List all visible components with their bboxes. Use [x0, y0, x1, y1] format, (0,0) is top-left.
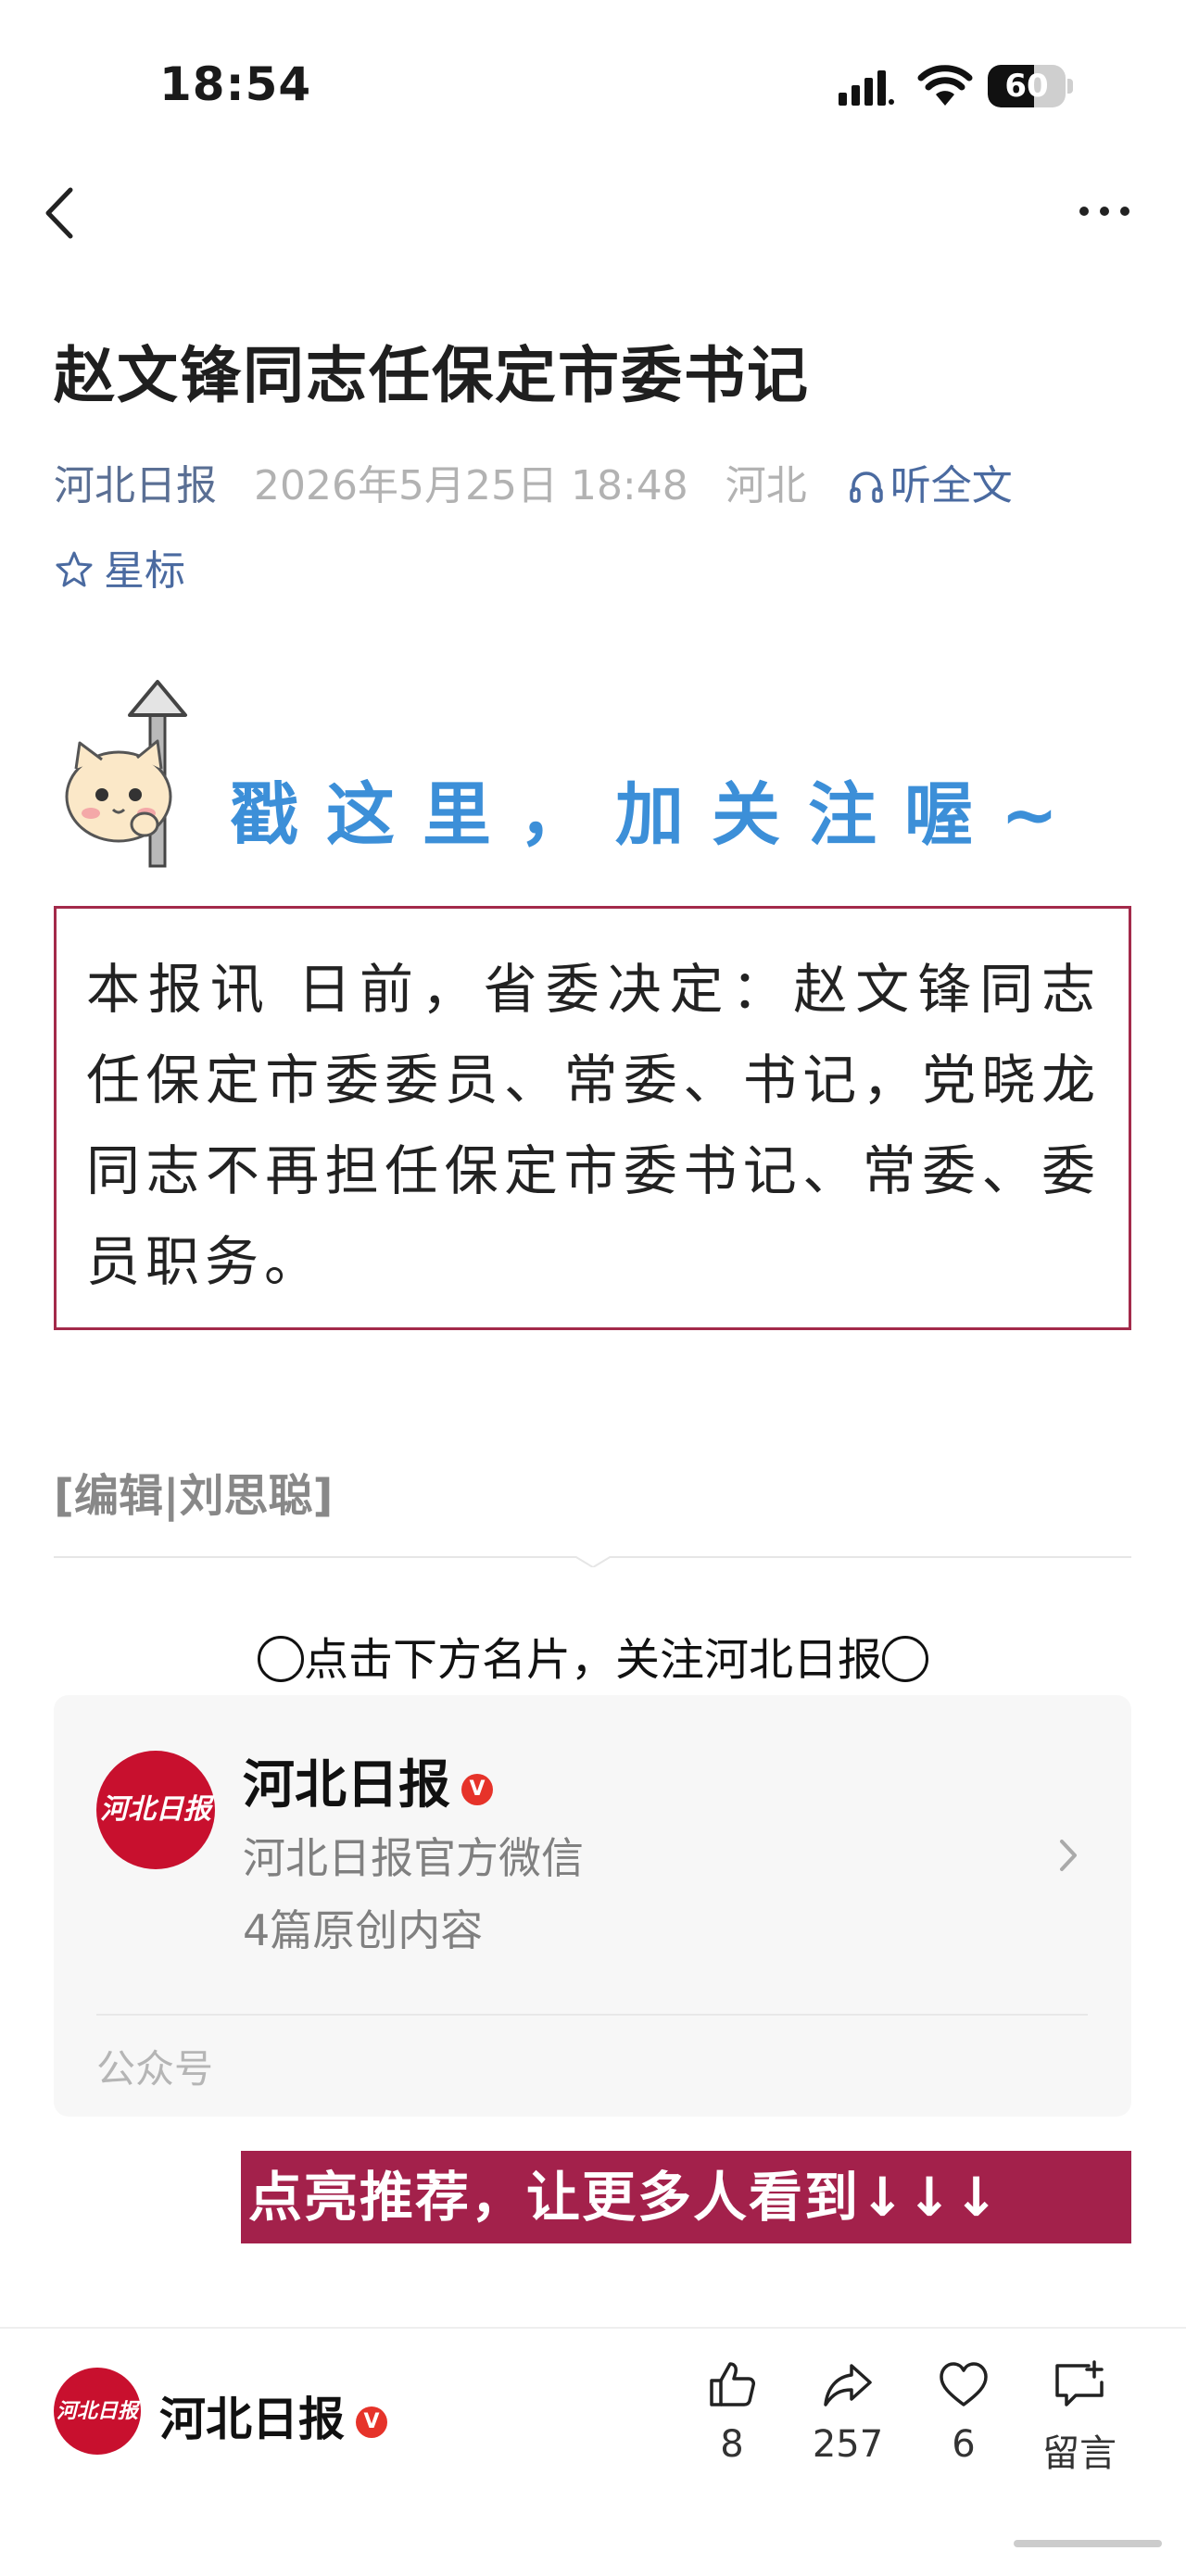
article-title: 赵文锋同志任保定市委书记: [54, 340, 810, 411]
bottom-account-name-text: 河北日报: [159, 2393, 345, 2446]
star-icon: [56, 551, 93, 587]
status-time: 18:54: [159, 57, 312, 111]
more-options-icon[interactable]: [1075, 193, 1134, 230]
account-original-count: 4篇原创内容: [243, 1905, 484, 1955]
article-date: 2026年5月25日 18:48: [254, 462, 688, 509]
follow-banner[interactable]: 戳这里，加关注喔~: [54, 667, 1138, 871]
bottom-logo-text: 河北日报: [56, 2399, 138, 2423]
account-description: 河北日报官方微信: [243, 1833, 584, 1883]
article-source-link[interactable]: 河北日报: [54, 462, 217, 509]
verified-badge-icon: V: [461, 1774, 493, 1805]
listen-label: 听全文: [890, 462, 1013, 509]
heart-icon: [940, 2362, 988, 2406]
share-arrow-icon: [824, 2364, 872, 2406]
comment-label: 留言: [1042, 2432, 1117, 2475]
home-indicator: [1014, 2540, 1162, 2547]
star-button[interactable]: 星标: [54, 537, 185, 597]
account-type: 公众号: [96, 2046, 214, 2092]
like-button[interactable]: 8: [681, 2356, 783, 2466]
follow-banner-text: 戳这里，加关注喔~: [230, 775, 1087, 855]
headphones-icon: [850, 471, 883, 503]
comment-button[interactable]: 留言: [1028, 2356, 1130, 2477]
article-body-box: 本报讯 日前，省委决定：赵文锋同志任保定市委委员、常委、书记，党晓龙同志不再担任…: [54, 906, 1131, 1330]
follow-prompt: 点击下方名片，关注河北日报: [0, 1623, 1186, 1688]
circle-icon: [882, 1636, 928, 1682]
recommend-button[interactable]: 6: [913, 2356, 1015, 2466]
wifi-icon: [917, 65, 973, 106]
editor-credit: [编辑|刘思聪]: [54, 1470, 334, 1522]
follow-prompt-text: 点击下方名片，关注河北日报: [303, 1634, 882, 1686]
verified-badge-icon: V: [356, 2406, 387, 2438]
cat-mascot-icon: [65, 680, 187, 868]
bottom-account-name[interactable]: 河北日报 V: [159, 2382, 387, 2449]
recommend-count: 6: [952, 2423, 976, 2466]
chevron-right-icon: [1060, 1840, 1077, 1871]
like-count: 8: [720, 2423, 744, 2466]
back-arrow-icon[interactable]: [37, 181, 83, 245]
account-name: 河北日报 V: [243, 1743, 493, 1818]
comment-icon: [1055, 2360, 1104, 2406]
cellular-signal-icon: [839, 70, 894, 106]
star-label: 星标: [104, 547, 185, 595]
battery-icon: 60: [988, 65, 1073, 107]
circle-icon: [257, 1636, 304, 1682]
bottom-bar: 河北日报 河北日报 V 8 257 6 留言: [0, 2327, 1186, 2576]
battery-percent: 60: [1004, 68, 1049, 105]
article-region: 河北: [725, 462, 807, 509]
article-body-text: 本报讯 日前，省委决定：赵文锋同志任保定市委委员、常委、书记，党晓龙同志不再担任…: [86, 958, 1101, 1293]
share-button[interactable]: 257: [797, 2356, 899, 2466]
account-name-text: 河北日报: [243, 1755, 450, 1816]
thumbs-up-icon: [710, 2362, 755, 2406]
promo-banner: 点亮推荐，让更多人看到↓↓↓: [241, 2151, 1131, 2243]
status-bar: 18:54 60: [0, 0, 1186, 157]
share-count: 257: [812, 2423, 884, 2466]
card-separator: [96, 2014, 1088, 2016]
account-card[interactable]: 河北日报 河北日报 V 河北日报官方微信 4篇原创内容 公众号: [54, 1695, 1131, 2117]
listen-button[interactable]: 听全文: [848, 462, 1013, 509]
account-logo: 河北日报: [96, 1751, 215, 1869]
divider-notch: [574, 1545, 612, 1567]
bottom-account-logo[interactable]: 河北日报: [54, 2368, 141, 2455]
account-logo-text: 河北日报: [100, 1793, 211, 1826]
article-meta: 河北日报 2026年5月25日 18:48 河北 听全文: [54, 452, 1013, 511]
